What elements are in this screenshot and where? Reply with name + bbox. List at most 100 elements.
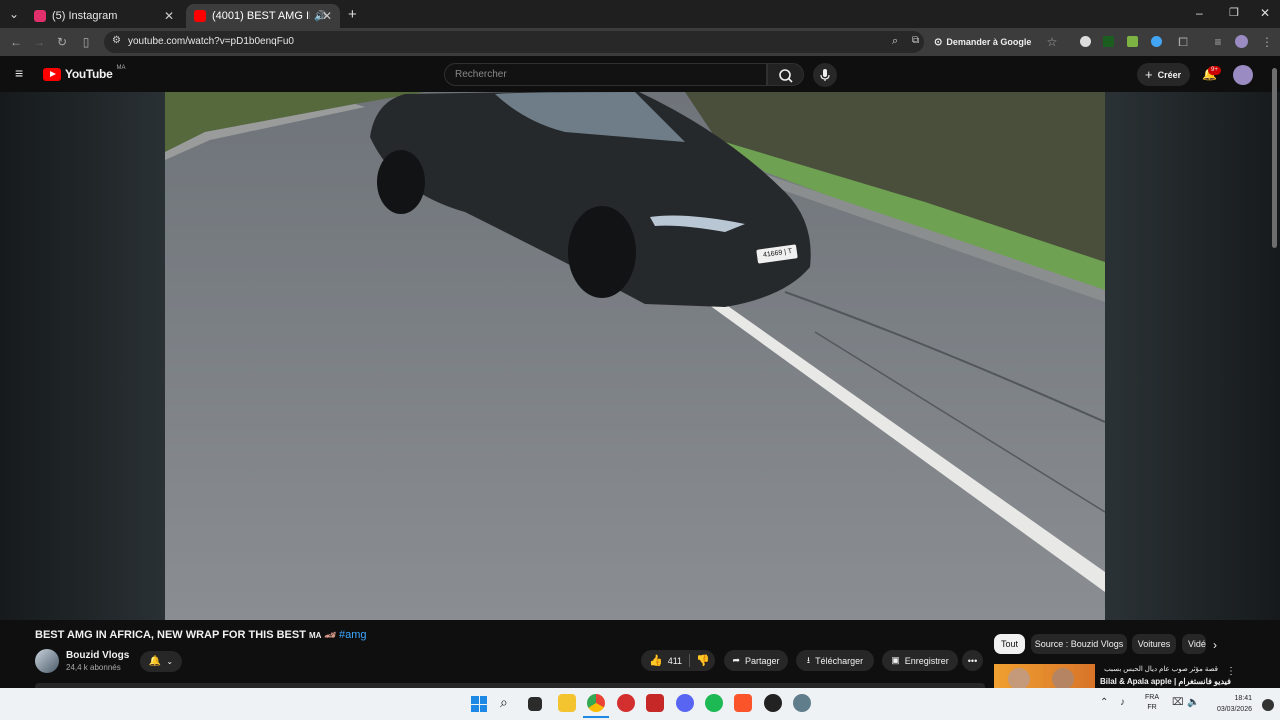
bookmark-star-icon[interactable]: ☆ (1044, 34, 1060, 50)
ask-google-label: Demander à Google (946, 37, 1032, 47)
download-button[interactable]: ⭳ Télécharger (796, 650, 874, 671)
discord-icon[interactable] (676, 694, 694, 712)
spotify-icon[interactable] (705, 694, 723, 712)
site-info-icon[interactable]: ⚙ (112, 35, 121, 46)
save-button[interactable]: ▣ Enregistrer (882, 650, 958, 671)
file-explorer-icon[interactable] (558, 694, 576, 712)
tab-instagram[interactable]: (5) Instagram ✕ (26, 4, 182, 28)
microphone-icon (820, 69, 830, 81)
channel-avatar[interactable] (35, 649, 59, 673)
network-icon[interactable]: ⌧ (1172, 697, 1184, 708)
keyboard-layout: FR (1147, 704, 1157, 711)
recommended-title-line1[interactable]: قصة مؤثر صوب عام ديال الحبس بسبب (1100, 665, 1218, 673)
language-code: FRA (1145, 694, 1159, 701)
download-icon: ⭳ (806, 654, 811, 665)
subscriber-count: 24,4 k abonnés (66, 663, 121, 672)
person-face (1008, 668, 1030, 688)
title-flag-text: MA (309, 631, 322, 640)
close-icon[interactable]: ✕ (164, 9, 174, 23)
restore-button[interactable]: ❐ (1229, 6, 1239, 19)
instagram-icon (34, 10, 46, 22)
settings-gear-icon[interactable] (793, 694, 811, 712)
tab-youtube[interactable]: (4001) BEST AMG IN AFRIC 🔊 ✕ (186, 4, 340, 28)
reload-icon[interactable]: ↻ (54, 34, 70, 50)
recommended-thumbnail[interactable] (994, 664, 1095, 688)
clock-time: 18:41 (1234, 695, 1252, 702)
voice-search-button[interactable] (813, 63, 837, 87)
recommended-more-icon[interactable]: ⋮ (1226, 666, 1236, 677)
input-language[interactable]: FRA FR (1142, 693, 1162, 713)
app-icon[interactable] (764, 694, 782, 712)
chip-cars[interactable]: Voitures (1132, 634, 1176, 654)
account-avatar[interactable] (1233, 65, 1253, 85)
app-icon[interactable] (617, 694, 635, 712)
side-panel-icon[interactable]: ▯ (78, 34, 94, 50)
windows-start-icon[interactable] (471, 696, 487, 712)
brave-icon[interactable] (734, 694, 752, 712)
chevron-down-icon: ⌄ (166, 657, 174, 666)
extension-icon[interactable] (1127, 36, 1138, 47)
chip-source-channel[interactable]: Source : Bouzid Vlogs (1031, 634, 1127, 654)
close-icon[interactable]: ✕ (322, 9, 332, 23)
search-button[interactable] (767, 63, 804, 86)
recommended-title-line2[interactable]: Bilal & Apala apple | فيديو فانستغرام (1100, 677, 1231, 686)
guide-menu-icon[interactable]: ≡ (15, 65, 23, 81)
share-label: Partager (745, 655, 780, 666)
youtube-icon (194, 10, 206, 22)
divider (689, 654, 690, 667)
acrobat-icon[interactable] (646, 694, 664, 712)
clock-date: 03/03/2026 (1216, 706, 1252, 713)
person-face (1052, 668, 1074, 688)
logo-text: YouTube (65, 67, 113, 81)
subscription-bell-button[interactable]: 🔔 ⌄ (140, 651, 182, 672)
dislike-icon[interactable]: 👎 (696, 654, 710, 667)
back-icon[interactable]: ← (8, 34, 24, 50)
install-app-icon[interactable]: ⧉ (912, 35, 919, 46)
chrome-icon[interactable] (587, 694, 605, 712)
youtube-logo[interactable]: YouTube MA (43, 65, 126, 81)
video-title: BEST AMG IN AFRICA, NEW WRAP FOR THIS BE… (35, 629, 367, 641)
reading-list-icon[interactable]: ≡ (1210, 34, 1226, 50)
search-input[interactable]: Rechercher (444, 63, 767, 86)
extension-icon[interactable] (1080, 36, 1091, 47)
extension-icon[interactable] (1103, 36, 1114, 47)
tab-search-chevron-icon[interactable]: ⌄ (6, 6, 22, 22)
extensions-puzzle-icon[interactable]: ⧠ (1175, 34, 1191, 50)
notification-center-icon[interactable] (1262, 699, 1274, 711)
minimize-button[interactable]: – (1196, 6, 1203, 20)
ask-google-button[interactable]: ⊙ Demander à Google (934, 33, 1031, 51)
more-actions-button[interactable]: ••• (962, 650, 983, 671)
tab-label: (4001) BEST AMG IN AFRIC (212, 10, 310, 22)
windows-taskbar (0, 688, 1280, 720)
close-window-button[interactable]: ✕ (1260, 6, 1270, 20)
hashtag-link[interactable]: #amg (339, 629, 367, 641)
menu-kebab-icon[interactable]: ⋮ (1259, 34, 1275, 50)
task-view-icon[interactable] (528, 697, 542, 711)
video-frame[interactable]: 41669 | T (165, 92, 1105, 620)
channel-name[interactable]: Bouzid Vlogs (66, 650, 129, 661)
chip-all[interactable]: Tout (994, 634, 1025, 654)
create-button[interactable]: + Créer (1137, 63, 1190, 86)
page-scrollbar-thumb[interactable] (1272, 68, 1277, 248)
extension-icon[interactable] (1151, 36, 1162, 47)
tray-chevron-icon[interactable]: ⌃ (1100, 697, 1108, 708)
volume-icon[interactable]: 🔈 (1187, 697, 1199, 708)
new-tab-button[interactable]: + (348, 6, 357, 23)
region-code: MA (116, 65, 126, 71)
like-count: 411 (667, 655, 683, 666)
notification-badge: 9+ (1208, 66, 1221, 75)
download-label: Télécharger (815, 655, 864, 666)
zoom-icon[interactable]: ⌕ (892, 35, 898, 48)
tray-app-icon[interactable]: ♪ (1120, 697, 1125, 708)
like-icon[interactable]: 👍 (649, 654, 663, 667)
profile-avatar[interactable] (1235, 35, 1248, 48)
chip-videos[interactable]: Vidé (1182, 634, 1206, 654)
search-icon[interactable]: ⌕ (500, 694, 508, 711)
forward-icon[interactable]: → (31, 34, 47, 50)
address-bar[interactable]: ⚙ youtube.com/watch?v=pD1b0enqFu0 ⌕ ⧉ (104, 31, 924, 53)
chevron-right-icon[interactable]: › (1213, 638, 1217, 652)
clock[interactable]: 18:41 03/03/2026 (1204, 693, 1252, 715)
car-emoji-icon: 🏎 (324, 630, 336, 640)
share-button[interactable]: ➦ Partager (724, 650, 788, 671)
url-text: youtube.com/watch?v=pD1b0enqFu0 (128, 36, 294, 47)
